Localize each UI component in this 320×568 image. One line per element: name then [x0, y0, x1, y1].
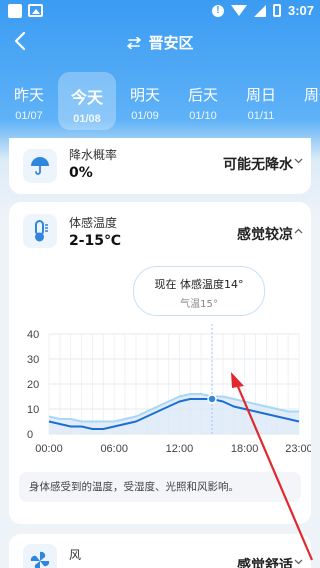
chevron-down-icon [294, 156, 303, 167]
day-tab-3[interactable]: 后天 01/10 [174, 72, 232, 130]
y-tick-label: 0 [27, 429, 33, 441]
day-name: 后天 [187, 86, 218, 104]
x-tick-label: 06:00 [100, 443, 128, 455]
wind-label: 风 [69, 548, 82, 562]
day-name: 明天 [129, 86, 160, 104]
y-tick-label: 20 [27, 379, 39, 391]
precipitation-card[interactable]: 降水概率 0% 可能无降水 [9, 138, 311, 194]
precip-value: 0% [69, 165, 93, 181]
chevron-up-icon [294, 226, 303, 237]
feels-summary: 感觉较凉 [237, 227, 293, 243]
day-date: 01/10 [189, 110, 217, 122]
feels-like-card[interactable]: 体感温度 2-15℃ 感觉较凉 现在 体感温度14° 气温15° 0 10 20 30… [9, 202, 311, 524]
x-tick-label: 00:00 [35, 443, 63, 455]
tooltip-air: 气温15° [180, 299, 218, 310]
day-tab-0[interactable]: 昨天 01/07 [0, 72, 58, 130]
chart-tooltip: 现在 体感温度14° 气温15° [133, 266, 265, 316]
tooltip-feels: 现在 体感温度14° [154, 278, 244, 291]
day-name: 今天 [70, 88, 103, 107]
precip-label: 降水概率 [69, 148, 118, 162]
y-tick-label: 30 [27, 354, 39, 366]
status-bar: ! 3:07 [0, 0, 320, 24]
precip-summary: 可能无降水 [223, 157, 293, 173]
header: 晋安区 [0, 26, 320, 60]
day-tab-4[interactable]: 周日 01/11 [232, 72, 290, 130]
thermometer-icon [23, 214, 57, 248]
day-tab-5[interactable]: 周一 [290, 72, 320, 130]
battery-icon [272, 4, 281, 17]
day-tab-2[interactable]: 明天 01/09 [116, 72, 174, 130]
app-notification-icon [8, 4, 22, 18]
day-date: 01/07 [15, 110, 43, 122]
day-tab-1[interactable]: 今天 01/08 [58, 72, 116, 130]
day-name: 昨天 [13, 86, 44, 104]
status-time: 3:07 [287, 3, 314, 18]
swap-arrows-icon [126, 36, 142, 52]
y-tick-label: 10 [27, 404, 39, 416]
current-point [207, 394, 217, 404]
day-date: 01/11 [247, 110, 275, 122]
x-tick-label: 12:00 [166, 443, 194, 455]
feels-label: 体感温度 [69, 216, 118, 230]
wifi-icon [230, 5, 247, 16]
location-title-button[interactable]: 晋安区 [0, 32, 320, 53]
wind-card[interactable]: 风 感觉舒适 [9, 534, 311, 568]
location-name: 晋安区 [148, 34, 194, 52]
day-tabs: 昨天 01/07 今天 01/08 明天 01/09 后天 01/10 周日 01/11 周一 [0, 72, 320, 132]
feels-like-chart[interactable]: 0 10 20 30 40 00:00 06:00 12:00 18:00 23:00 [9, 322, 311, 472]
signal-icon [253, 4, 266, 17]
windmill-icon [23, 544, 57, 568]
day-date: 01/09 [131, 110, 159, 122]
day-name: 周日 [245, 86, 276, 104]
day-name: 周一 [303, 86, 320, 104]
image-notification-icon [28, 4, 43, 17]
x-tick-label: 18:00 [231, 443, 259, 455]
feels-description: 身体感受到的温度，受湿度、光照和风影响。 [19, 472, 301, 502]
y-tick-label: 40 [27, 329, 39, 341]
x-tick-label: 23:00 [285, 443, 311, 455]
day-date: 01/08 [73, 113, 101, 125]
chevron-down-icon [294, 557, 303, 568]
umbrella-icon [23, 149, 57, 183]
feels-value: 2-15℃ [69, 233, 121, 249]
wind-summary: 感觉舒适 [237, 558, 293, 568]
alert-icon: ! [211, 4, 224, 17]
